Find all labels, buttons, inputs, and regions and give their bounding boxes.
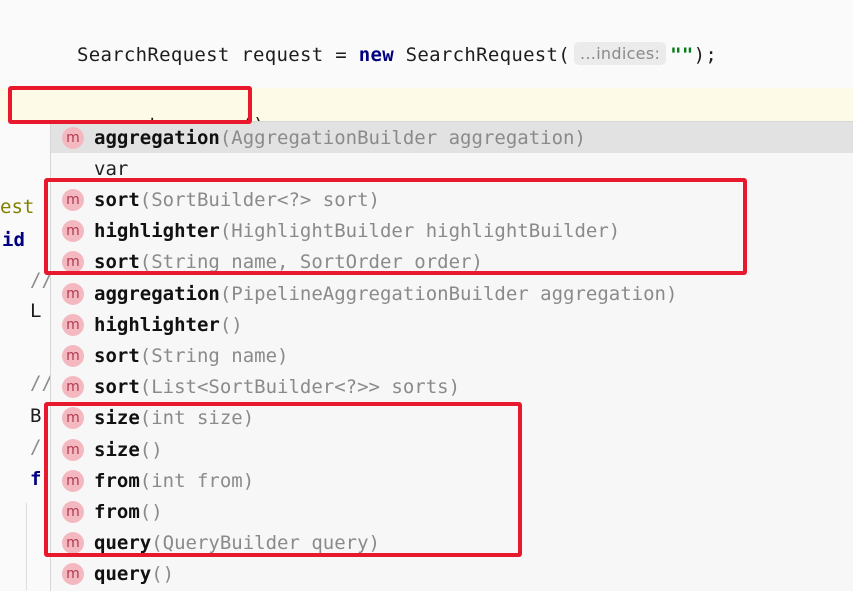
completion-item-name: var [94,157,129,180]
parameter-hint: ...indices: [574,42,667,65]
completion-item-params: () [151,563,175,586]
code-text: SearchRequest request = [76,44,359,66]
completion-item-params: (AggregationBuilder aggregation) [219,126,586,149]
method-icon: m [62,126,84,149]
completion-item-name: sort [94,376,140,399]
completion-item-name: highlighter [94,313,220,336]
completion-item[interactable]: m sort (List<SortBuilder<?>> sorts) [51,372,853,403]
completion-item[interactable]: m sort (String name) [51,340,853,371]
annotation-box-size-from-query [44,402,522,557]
completion-item-params: (String name) [139,344,289,367]
indent-guide [26,503,27,590]
completion-item-params: (PipelineAggregationBuilder aggregation) [219,282,678,305]
completion-item-name: aggregation [94,126,220,149]
code-fragment: L [30,300,42,322]
completion-item[interactable]: m highlighter() [51,309,853,340]
completion-item-params: (List<SortBuilder<?>> sorts) [139,376,461,399]
completion-item[interactable]: m aggregation (AggregationBuilder aggregat… [51,122,853,153]
completion-item-name: query [94,563,152,586]
code-fragment: est [0,196,35,218]
method-icon: m [62,376,84,399]
code-fragment: B [30,405,42,427]
code-text: ); [693,44,718,66]
code-fragment: / [30,436,42,458]
method-icon: m [62,282,84,305]
method-icon: m [62,313,84,336]
completion-item-name: aggregation [94,282,220,305]
method-icon: m [62,344,84,367]
completion-item[interactable]: m query() [51,559,853,590]
method-icon: m [62,563,84,586]
completion-item-name: sort [94,344,140,367]
code-line-search-request: SearchRequest request = new SearchReques… [30,20,717,88]
annotation-box-sort-highlighter [44,178,747,275]
code-fragment: f [30,468,42,490]
completion-item-params: () [219,313,243,336]
string-literal: "" [670,44,694,66]
annotation-box-source [8,86,252,124]
code-text: SearchRequest( [393,44,571,66]
completion-item[interactable]: m aggregation (PipelineAggregationBuilder … [51,278,853,309]
code-fragment: id [2,229,25,251]
code-editor[interactable]: SearchRequest request = new SearchReques… [0,0,853,591]
keyword-new: new [358,44,394,66]
